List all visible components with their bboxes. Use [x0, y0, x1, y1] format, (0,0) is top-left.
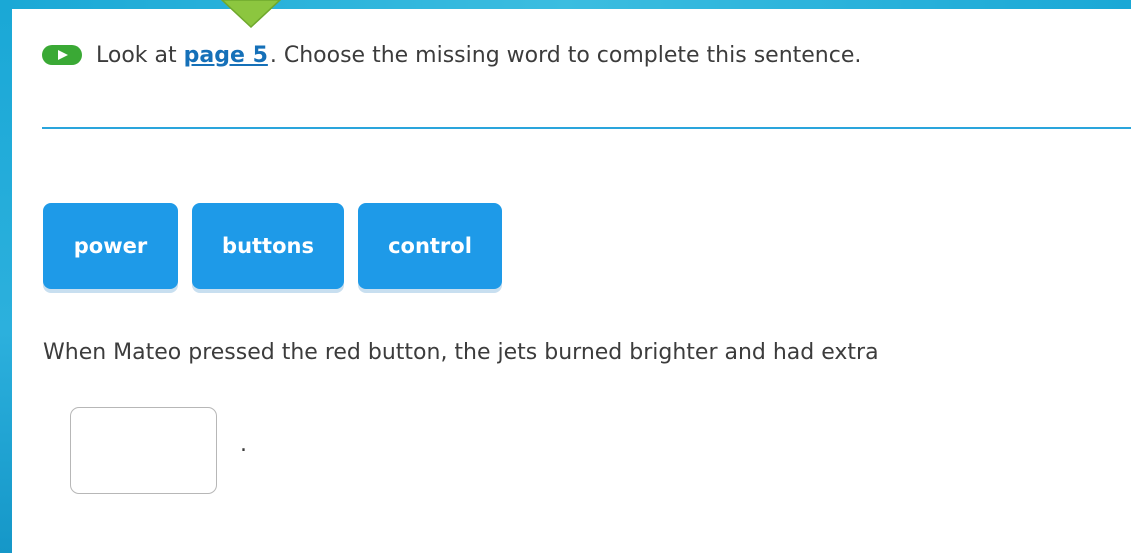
page-link[interactable]: page 5 [184, 43, 268, 68]
tab-pointer-arrow-icon [221, 0, 281, 28]
divider [42, 127, 1131, 129]
word-tile-buttons[interactable]: buttons [192, 203, 344, 289]
word-tile-power[interactable]: power [43, 203, 178, 289]
word-bank: power buttons control [43, 203, 516, 289]
window-left-border [0, 0, 12, 553]
instruction-line: Look at page 5 . Choose the missing word… [42, 40, 861, 70]
question-sentence: When Mateo pressed the red button, the j… [43, 340, 879, 365]
play-audio-icon[interactable] [42, 45, 82, 65]
answer-drop-zone[interactable] [70, 407, 217, 494]
instruction-text: . Choose the missing word to complete th… [269, 42, 862, 68]
sentence-ending-period: . [240, 432, 247, 457]
word-tile-control[interactable]: control [358, 203, 502, 289]
instruction-prefix: Look at [96, 42, 177, 68]
window-top-border [0, 0, 1131, 9]
